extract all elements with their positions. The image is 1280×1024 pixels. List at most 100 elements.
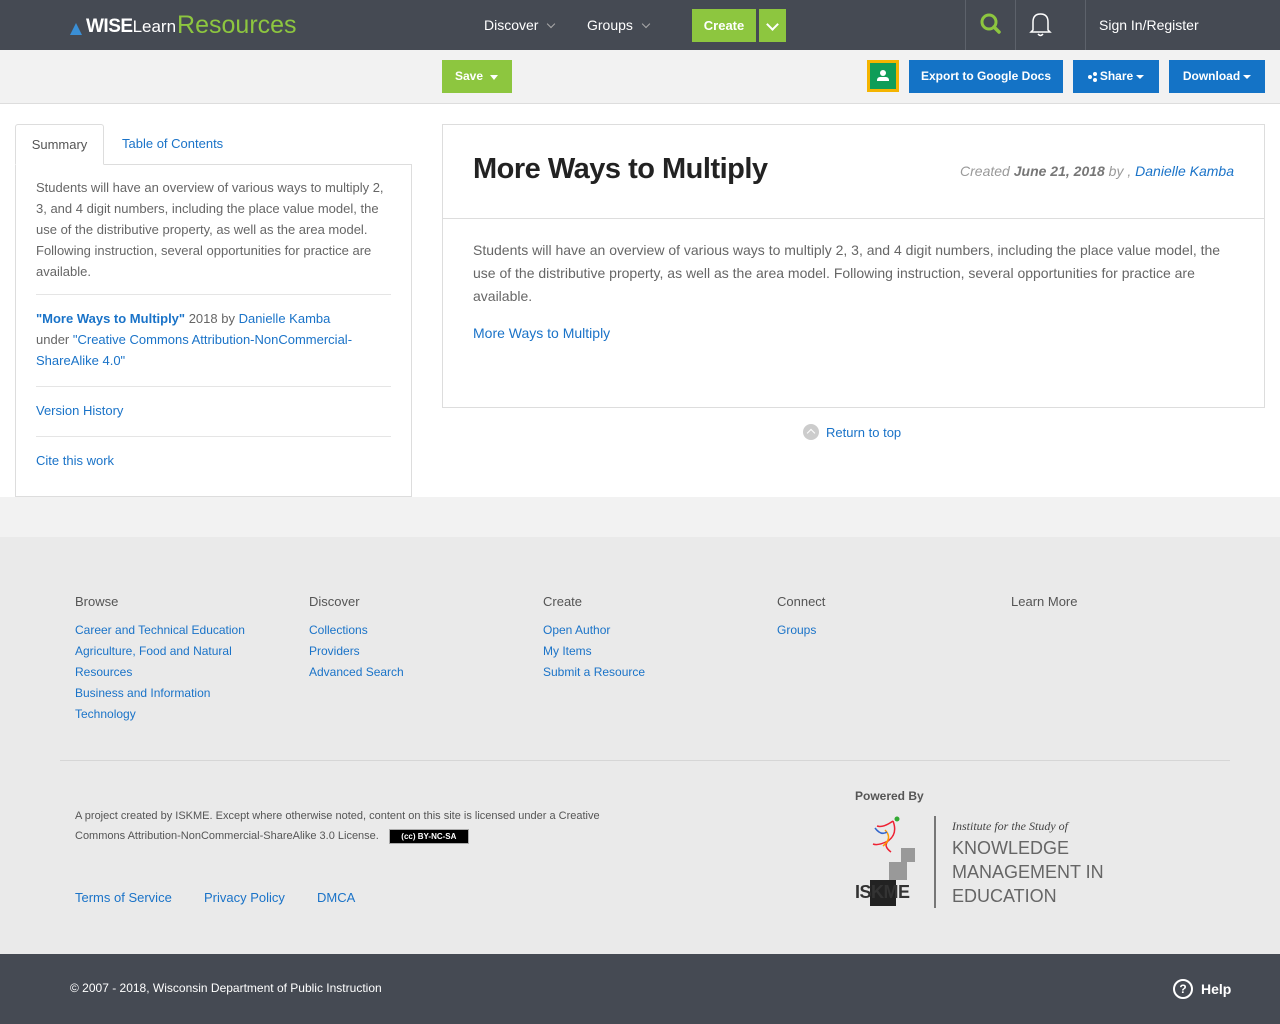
export-google-docs-button[interactable]: Export to Google Docs: [909, 60, 1063, 93]
attribution-title-link[interactable]: "More Ways to Multiply": [36, 311, 185, 326]
tab-table-of-contents[interactable]: Table of Contents: [122, 124, 223, 165]
author-link[interactable]: Danielle Kamba: [1135, 163, 1234, 179]
create-button[interactable]: Create: [692, 9, 756, 42]
help-icon: ?: [1173, 979, 1193, 999]
wiselearn-logo[interactable]: WISE Learn Resources: [70, 12, 297, 38]
resource-tabs: Summary Table of Contents: [15, 124, 412, 165]
download-label: Download: [1182, 69, 1241, 83]
google-classroom-button[interactable]: [867, 60, 899, 92]
nav-discover[interactable]: Discover: [484, 0, 556, 50]
iskme-line: EDUCATION: [952, 886, 1057, 906]
footer-link[interactable]: Providers: [309, 641, 509, 662]
footer-link[interactable]: Advanced Search: [309, 662, 509, 683]
bell-icon: [1029, 13, 1052, 37]
nav-groups[interactable]: Groups: [587, 0, 651, 50]
license-link[interactable]: "Creative Commons Attribution-NonCommerc…: [36, 332, 352, 368]
chevron-down-icon: [547, 19, 556, 29]
created-label: Created: [960, 163, 1014, 179]
footer-col-discover: Discover Collections Providers Advanced …: [309, 594, 509, 683]
divider: [36, 294, 391, 295]
iskme-wordmark: ISKME: [855, 882, 910, 902]
attribution-author-link[interactable]: Danielle Kamba: [239, 311, 331, 326]
footer-heading: Browse: [75, 594, 119, 609]
return-to-top[interactable]: Return to top: [803, 423, 901, 441]
share-label: Share: [1099, 69, 1134, 83]
footer-link[interactable]: Open Author: [543, 620, 743, 641]
caret-down-icon: [490, 75, 498, 80]
nav-groups-label: Groups: [587, 17, 633, 33]
save-button[interactable]: Save: [442, 60, 512, 93]
iskme-divider: [934, 816, 936, 908]
google-classroom-icon: [870, 63, 896, 89]
cc-license-icon[interactable]: (cc) BY-NC-SA: [388, 828, 469, 844]
footer: Browse Career and Technical Education Ag…: [0, 537, 1280, 954]
iskme-line: MANAGEMENT IN: [952, 862, 1104, 882]
return-top-icon: [803, 424, 819, 440]
privacy-link[interactable]: Privacy Policy: [204, 890, 285, 905]
iskme-square: [901, 848, 915, 862]
footer-heading: Create: [543, 594, 583, 609]
caret-down-icon: [1136, 74, 1145, 79]
nav-divider: [1085, 0, 1086, 50]
terms-link[interactable]: Terms of Service: [75, 890, 172, 905]
caret-down-icon: [1243, 74, 1252, 79]
chevron-down-icon: [641, 19, 651, 29]
search-icon: [980, 13, 1001, 34]
logo-resources: Resources: [177, 11, 297, 39]
license-notice: A project created by ISKME. Except where…: [75, 806, 615, 846]
bottom-bar: © 2007 - 2018, Wisconsin Department of P…: [0, 954, 1280, 1024]
footer-link[interactable]: Submit a Resource: [543, 662, 743, 683]
footer-heading: Learn More: [1011, 594, 1078, 609]
divider: [36, 386, 391, 387]
attribution: "More Ways to Multiply" 2018 by Danielle…: [36, 308, 391, 371]
footer-link[interactable]: Agriculture, Food and Natural Resources: [75, 641, 245, 683]
logo-learn: Learn: [132, 17, 177, 36]
footer-col-browse: Browse Career and Technical Education Ag…: [75, 594, 275, 725]
notifications-button[interactable]: [1016, 0, 1065, 50]
summary-panel: Students will have an overview of variou…: [15, 164, 412, 497]
help-label: Help: [1201, 981, 1232, 997]
version-history-link[interactable]: Version History: [36, 403, 123, 418]
action-bar: Save Export to Google Docs Share Downloa…: [0, 50, 1280, 104]
created-by: by ,: [1104, 163, 1136, 179]
create-dropdown-button[interactable]: [759, 9, 786, 42]
created-date: June 21, 2018: [1013, 163, 1105, 179]
footer-divider: [60, 760, 1230, 761]
cite-work-link[interactable]: Cite this work: [36, 453, 114, 468]
resource-card: More Ways to Multiply Created June 21, 2…: [442, 124, 1265, 408]
divider: [443, 218, 1264, 219]
tab-summary[interactable]: Summary: [15, 124, 104, 165]
footer-col-create: Create Open Author My Items Submit a Res…: [543, 594, 743, 683]
footer-link[interactable]: Groups: [777, 620, 977, 641]
download-button[interactable]: Download: [1169, 60, 1265, 93]
logo-wise: WISE: [86, 16, 133, 37]
top-navbar: WISE Learn Resources Discover Groups Creat…: [0, 0, 1280, 50]
signin-register-link[interactable]: Sign In/Register: [1099, 0, 1199, 50]
iskme-logo[interactable]: ISKME Institute for the Study of KNOWLED…: [855, 816, 1115, 911]
save-label: Save: [455, 69, 484, 83]
attribution-year: 2018 by: [185, 311, 239, 326]
copyright: © 2007 - 2018, Wisconsin Department of P…: [70, 981, 382, 995]
return-to-top-label: Return to top: [826, 424, 902, 440]
logo-mark-icon: [70, 21, 84, 35]
created-info: Created June 21, 2018 by , Danielle Kamb…: [960, 163, 1234, 179]
footer-link[interactable]: Business and Information Technology: [75, 683, 225, 725]
powered-by-label: Powered By: [855, 789, 924, 803]
iskme-tagline: Institute for the Study of: [952, 819, 1068, 833]
iskme-square: [889, 862, 907, 880]
nav-discover-label: Discover: [484, 17, 539, 33]
search-button[interactable]: [966, 0, 1015, 50]
resource-link[interactable]: More Ways to Multiply: [473, 325, 610, 341]
footer-heading: Connect: [777, 594, 826, 609]
attribution-under: under: [36, 332, 73, 347]
help-button[interactable]: ? Help: [1173, 979, 1231, 999]
footer-link[interactable]: Collections: [309, 620, 509, 641]
footer-link[interactable]: My Items: [543, 641, 743, 662]
footer-link[interactable]: Career and Technical Education: [75, 620, 275, 641]
dmca-link[interactable]: DMCA: [317, 890, 355, 905]
summary-text: Students will have an overview of variou…: [36, 180, 384, 279]
share-button[interactable]: Share: [1073, 60, 1159, 93]
license-text: A project created by ISKME. Except where…: [75, 810, 600, 842]
page-title: More Ways to Multiply: [473, 153, 768, 185]
resource-description: Students will have an overview of variou…: [473, 242, 1221, 304]
